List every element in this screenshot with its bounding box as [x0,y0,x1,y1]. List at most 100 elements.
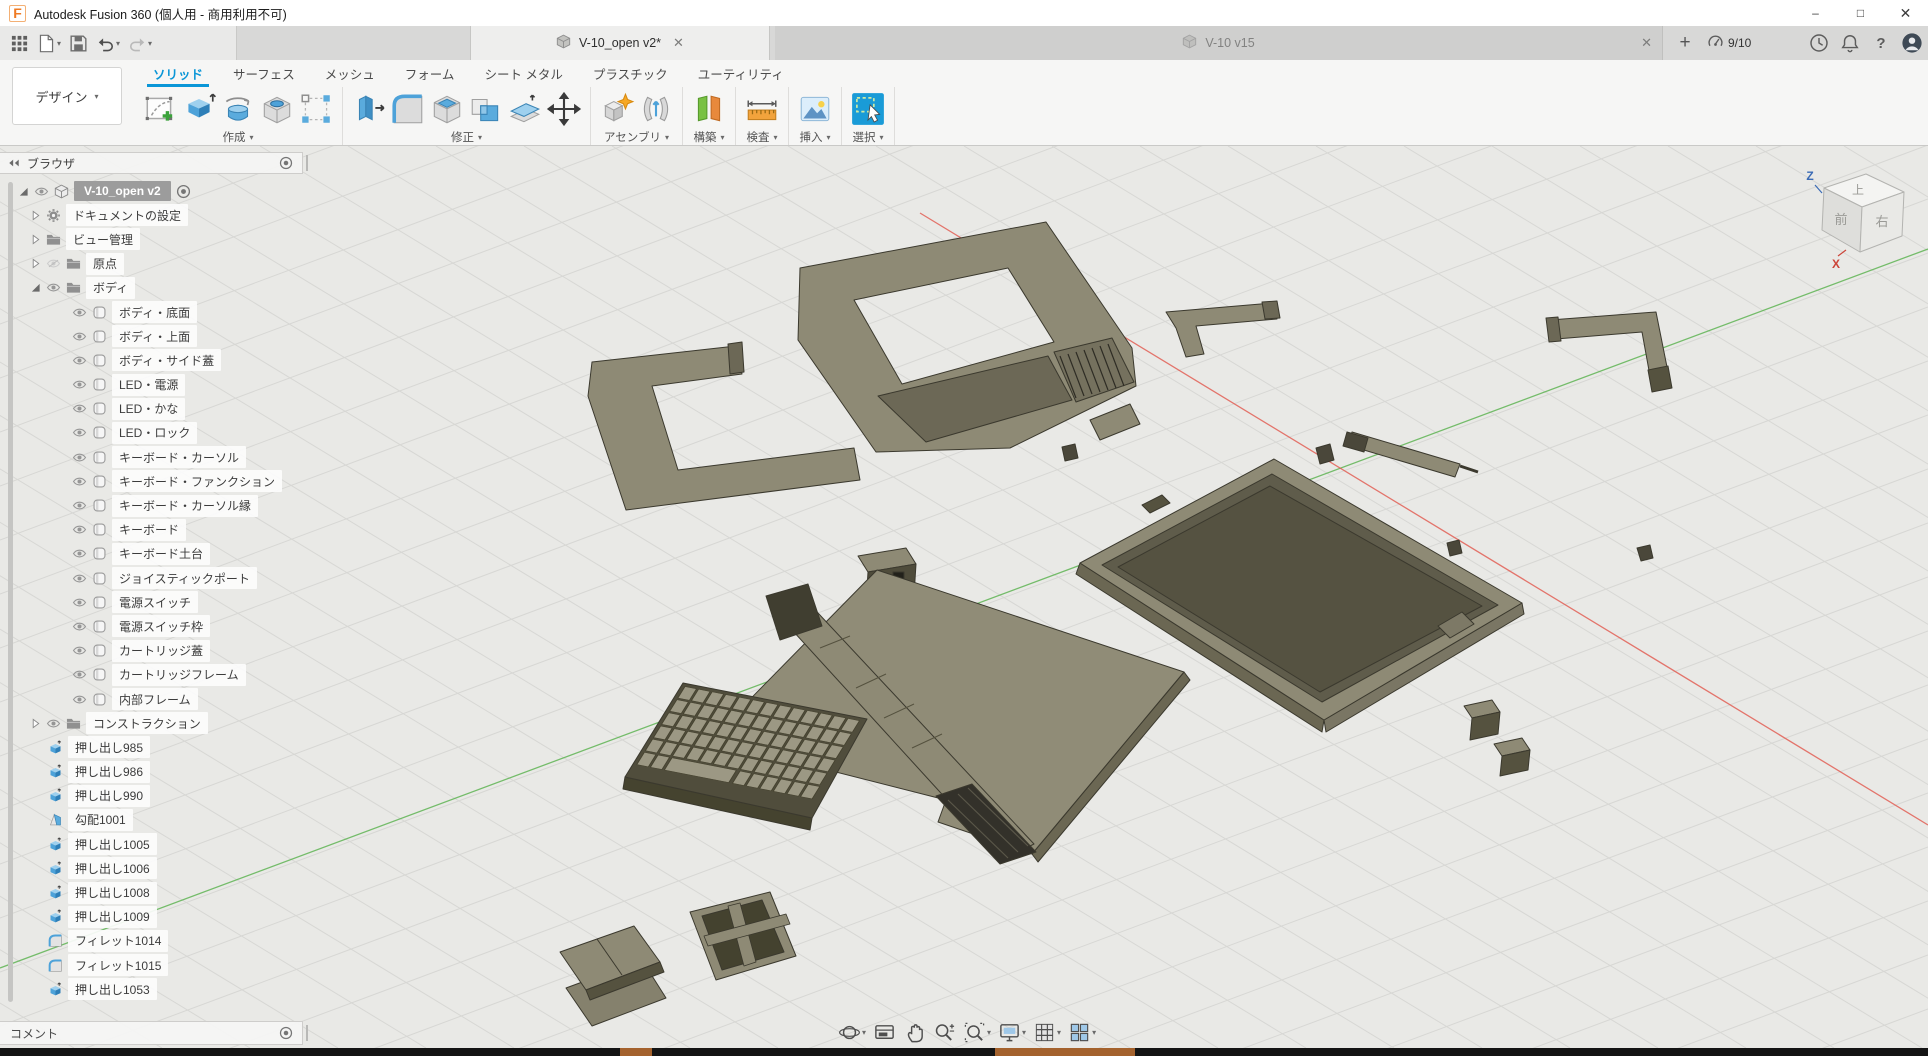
browser-row[interactable]: カートリッジ蓋 [0,639,340,663]
notifications-icon[interactable] [1840,33,1860,53]
offset-icon[interactable] [507,91,543,127]
redo-icon[interactable]: ▾ [125,33,155,54]
extrude-feature-icon[interactable] [48,837,63,852]
browser-item-label[interactable]: LED・電源 [112,374,185,396]
grid-settings-icon[interactable]: ▾ [1033,1021,1061,1044]
browser-item-label[interactable]: LED・かな [112,398,185,420]
browser-row[interactable]: キーボード・カーソル [0,445,340,469]
browser-row[interactable]: フィレット1014 [0,929,340,953]
eye-icon[interactable] [72,546,87,561]
browser-row[interactable]: LED・かな [0,397,340,421]
radio-target-icon[interactable] [176,184,191,199]
eye-icon[interactable] [72,425,87,440]
ribbon-tab-5[interactable]: プラスチック [578,60,683,87]
browser-row[interactable]: 押し出し990 [0,784,340,808]
browser-row[interactable]: 押し出し1006 [0,856,340,880]
browser-item-label[interactable]: カートリッジ蓋 [112,640,210,662]
body-icon[interactable] [92,329,107,344]
browser-item-label[interactable]: ビュー管理 [66,228,140,250]
eye-icon[interactable] [72,401,87,416]
browser-item-label[interactable]: ジョイスティックポート [112,567,257,589]
press-pull-icon[interactable] [351,91,387,127]
browser-row[interactable]: 押し出し1053 [0,977,340,1001]
body-icon[interactable] [92,353,107,368]
browser-row[interactable]: ボディ・サイド蓋 [0,348,340,372]
disclosure-triangle-icon[interactable] [30,234,41,245]
body-icon[interactable] [92,571,107,586]
eye-icon[interactable] [72,692,87,707]
comment-bar[interactable]: コメント [0,1021,303,1045]
browser-item-label[interactable]: カートリッジフレーム [112,664,246,686]
eye-icon[interactable] [72,619,87,634]
body-icon[interactable] [92,425,107,440]
body-icon[interactable] [92,377,107,392]
browser-item-label[interactable]: 押し出し990 [68,785,150,807]
extrude-feature-icon[interactable] [48,909,63,924]
browser-item-label[interactable]: 内部フレーム [112,688,198,710]
part-small-block-4[interactable] [1062,444,1078,461]
workspace-dropdown[interactable]: デザイン ▾ [12,67,122,125]
tab-close-icon[interactable]: ✕ [673,35,684,51]
browser-item-label[interactable]: 押し出し1009 [68,906,157,928]
browser-item-label[interactable]: 勾配1001 [68,809,133,831]
new-component-icon[interactable] [599,91,635,127]
folder-icon[interactable] [66,256,81,271]
browser-item-label[interactable]: 押し出し985 [68,736,150,758]
orbit-icon[interactable]: ▾ [838,1021,866,1044]
browser-row[interactable]: 押し出し985 [0,735,340,759]
eye-icon[interactable] [72,522,87,537]
body-icon[interactable] [92,450,107,465]
disclosure-triangle-icon[interactable] [18,186,29,197]
browser-panel-header[interactable]: ブラウザ [0,152,303,174]
part-small-block-2[interactable] [1447,540,1462,556]
ribbon-group-label[interactable]: アセンブリ▾ [604,130,669,144]
display-settings-icon[interactable]: ▾ [998,1021,1026,1044]
extrude-feature-icon[interactable] [48,764,63,779]
body-icon[interactable] [92,619,107,634]
extrude-feature-icon[interactable] [48,788,63,803]
pan-icon[interactable] [903,1021,926,1044]
panel-options-icon[interactable] [279,156,293,170]
body-icon[interactable] [92,546,107,561]
eye-icon[interactable] [72,643,87,658]
browser-item-label[interactable]: 電源スイッチ [112,591,198,613]
undo-icon[interactable]: ▾ [93,33,123,54]
folder-icon[interactable] [46,232,61,247]
viewports-icon[interactable]: ▾ [1068,1021,1096,1044]
browser-row[interactable]: 電源スイッチ枠 [0,614,340,638]
browser-row[interactable]: キーボード土台 [0,542,340,566]
browser-row[interactable]: ボディ [0,276,340,300]
document-tab-inactive[interactable]: V-10 v15 ✕ [775,26,1663,60]
eye-icon[interactable] [72,474,87,489]
browser-row[interactable]: ドキュメントの設定 [0,203,340,227]
eye-icon[interactable] [72,571,87,586]
disclosure-triangle-icon[interactable] [30,282,41,293]
browser-item-label[interactable]: コンストラクション [86,712,208,734]
minimize-button[interactable]: – [1793,0,1838,26]
revolve-icon[interactable] [220,91,256,127]
folder-icon[interactable] [66,716,81,731]
eye-off-icon[interactable] [46,256,61,271]
ribbon-tab-0[interactable]: ソリッド [138,60,218,87]
folder-icon[interactable] [66,280,81,295]
browser-row[interactable]: 原点 [0,252,340,276]
eye-icon[interactable] [72,377,87,392]
browser-item-label[interactable]: ドキュメントの設定 [66,204,188,226]
avatar-icon[interactable] [1902,33,1922,53]
zoom-icon[interactable] [933,1021,956,1044]
eye-icon[interactable] [72,353,87,368]
create-sketch-icon[interactable] [142,91,178,127]
body-icon[interactable] [92,643,107,658]
browser-item-label[interactable]: 原点 [86,253,124,275]
gear-icon[interactable] [46,208,61,223]
component-cube-icon[interactable] [54,184,69,199]
eye-icon[interactable] [72,498,87,513]
hole-icon[interactable] [259,91,295,127]
fillet-feature-icon[interactable] [48,958,63,973]
browser-item-label[interactable]: フィレット1014 [68,930,168,952]
file-new-icon[interactable]: ▾ [34,33,64,54]
extrude-icon[interactable] [181,91,217,127]
disclosure-triangle-icon[interactable] [30,210,41,221]
browser-row[interactable]: V-10_open v2 [0,179,340,203]
body-icon[interactable] [92,401,107,416]
